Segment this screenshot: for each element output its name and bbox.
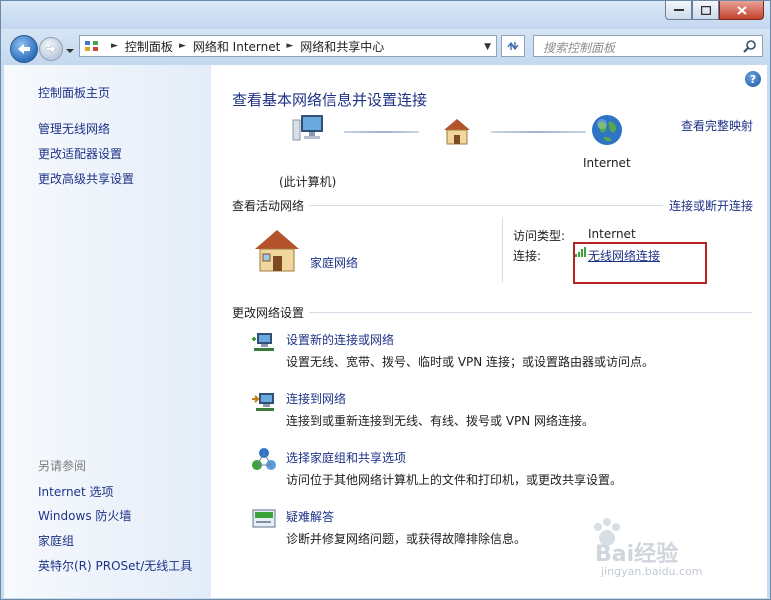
task-desc-homegroup: 访问位于其他网络计算机上的文件和打印机，或更改共享设置。	[286, 473, 623, 487]
address-bar[interactable]: ► 控制面板 ► 网络和 Internet ► 网络和共享中心 ▼	[79, 35, 497, 57]
address-toolbar: ► 控制面板 ► 网络和 Internet ► 网络和共享中心 ▼ 搜索控制面板	[1, 29, 770, 65]
section-divider	[309, 312, 752, 313]
breadcrumb-arrow-icon[interactable]: ►	[286, 41, 293, 51]
task-desc-setup-connection: 设置无线、宽带、拨号、临时或 VPN 连接；或设置路由器或访问点。	[286, 355, 655, 369]
connection-label: 连接:	[513, 249, 542, 263]
task-desc-troubleshoot: 诊断并修复网络问题，或获得故障排除信息。	[286, 532, 527, 546]
connect-disconnect-link[interactable]: 连接或断开连接	[669, 197, 753, 214]
task-desc-connect-network: 连接到或重新连接到无线、有线、拨号或 VPN 网络连接。	[286, 414, 595, 428]
troubleshoot-icon[interactable]	[251, 507, 277, 531]
change-settings-heading: 更改网络设置	[232, 306, 305, 320]
task-link-connect-network[interactable]: 连接到网络	[286, 390, 346, 407]
search-icon[interactable]	[743, 39, 757, 53]
section-divider	[309, 205, 663, 206]
close-button[interactable]	[719, 1, 764, 20]
back-button[interactable]	[10, 35, 38, 63]
close-icon	[736, 5, 747, 15]
address-dropdown-icon[interactable]: ▼	[484, 42, 491, 52]
breadcrumb-arrow-icon[interactable]: ►	[179, 41, 186, 51]
internet-label: Internet	[583, 156, 631, 170]
active-networks-heading: 查看活动网络	[232, 199, 305, 213]
sidebar-item-internet-options[interactable]: Internet 选项	[38, 483, 113, 500]
access-type-label: 访问类型:	[513, 229, 566, 243]
breadcrumb-network-sharing-center[interactable]: 网络和共享中心	[300, 38, 384, 55]
chevron-down-icon	[66, 49, 74, 53]
search-placeholder: 搜索控制面板	[543, 41, 616, 55]
network-sharing-center-window: ► 控制面板 ► 网络和 Internet ► 网络和共享中心 ▼ 搜索控制面板…	[0, 0, 771, 600]
computer-icon[interactable]	[291, 112, 327, 146]
view-full-map-link[interactable]: 查看完整映射	[681, 117, 753, 134]
internet-globe-icon[interactable]	[590, 113, 624, 147]
maximize-button[interactable]	[692, 1, 719, 20]
map-connection-line	[491, 131, 586, 133]
search-box[interactable]: 搜索控制面板	[533, 35, 763, 57]
sidebar-item-windows-firewall[interactable]: Windows 防火墙	[38, 507, 131, 524]
sidebar-item-change-adapter[interactable]: 更改适配器设置	[38, 145, 122, 162]
network-setup-icon[interactable]	[251, 330, 277, 354]
connect-network-icon[interactable]	[251, 389, 277, 413]
see-also-heading: 另请参阅	[38, 459, 87, 473]
sidebar-item-homegroup[interactable]: 家庭组	[38, 532, 74, 549]
breadcrumb-network-internet[interactable]: 网络和 Internet	[193, 38, 280, 55]
home-network-map-icon[interactable]	[440, 115, 474, 147]
arrow-right-icon	[45, 44, 57, 54]
vertical-divider	[502, 217, 503, 283]
highlight-box	[573, 242, 707, 284]
help-button[interactable]: ?	[745, 71, 761, 87]
home-network-icon[interactable]	[251, 227, 303, 275]
task-link-setup-connection[interactable]: 设置新的连接或网络	[286, 331, 394, 348]
refresh-button[interactable]	[501, 35, 525, 57]
recent-pages-dropdown[interactable]	[65, 44, 75, 54]
sidebar: 控制面板主页 管理无线网络 更改适配器设置 更改高级共享设置 另请参阅 Inte…	[4, 65, 211, 598]
this-computer-label: (此计算机)	[279, 175, 337, 189]
refresh-icon	[507, 41, 519, 51]
breadcrumb-control-panel[interactable]: 控制面板	[125, 38, 173, 55]
content-area: 控制面板主页 管理无线网络 更改适配器设置 更改高级共享设置 另请参阅 Inte…	[4, 65, 767, 598]
task-link-homegroup[interactable]: 选择家庭组和共享选项	[286, 449, 406, 466]
breadcrumb-arrow-icon[interactable]: ►	[111, 41, 118, 51]
sidebar-item-advanced-sharing[interactable]: 更改高级共享设置	[38, 170, 134, 187]
maximize-icon	[700, 5, 711, 15]
home-network-link[interactable]: 家庭网络	[310, 254, 358, 271]
page-title: 查看基本网络信息并设置连接	[232, 91, 428, 109]
sidebar-item-control-panel-home[interactable]: 控制面板主页	[38, 84, 110, 101]
minimize-button[interactable]	[665, 1, 692, 20]
main-panel: ? 查看基本网络信息并设置连接 查看完整映射 (此计算机) Internet 查…	[211, 65, 767, 598]
minimize-icon	[673, 9, 684, 11]
arrow-left-icon	[18, 44, 30, 54]
forward-button[interactable]	[39, 37, 63, 61]
sidebar-item-manage-wireless[interactable]: 管理无线网络	[38, 120, 110, 137]
control-panel-icon	[85, 41, 98, 51]
task-link-troubleshoot[interactable]: 疑难解答	[286, 508, 334, 525]
sidebar-item-intel-proset[interactable]: 英特尔(R) PROSet/无线工具	[38, 557, 192, 574]
homegroup-icon[interactable]	[251, 447, 277, 473]
window-controls	[665, 1, 764, 20]
map-connection-line	[344, 131, 419, 133]
access-type-value: Internet	[588, 227, 636, 241]
title-bar	[1, 1, 770, 29]
